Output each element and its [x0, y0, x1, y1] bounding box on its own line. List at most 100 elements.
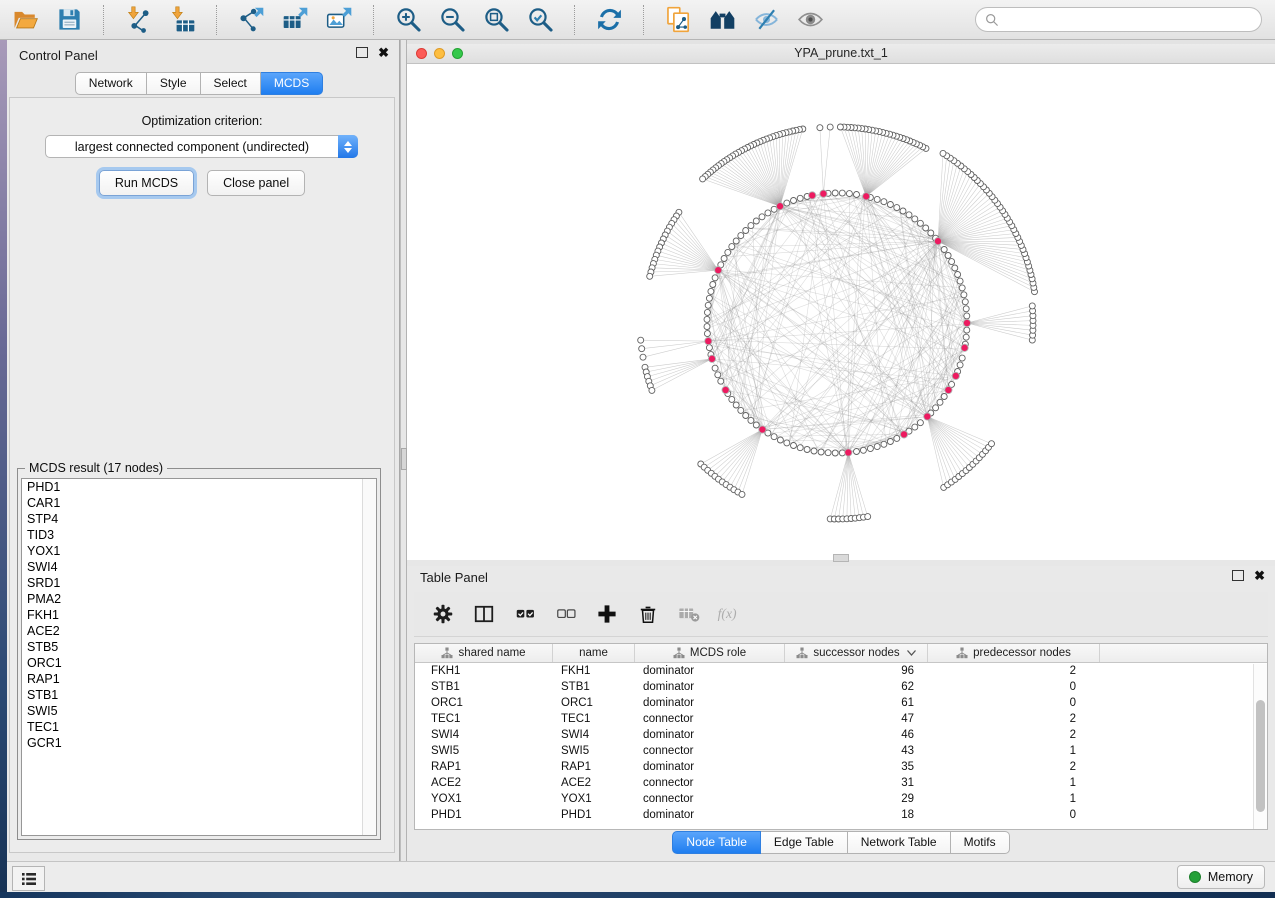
graph-node[interactable] — [700, 176, 706, 182]
graph-node[interactable] — [955, 272, 961, 278]
show-tasks-button[interactable] — [12, 866, 45, 891]
graph-hub-node[interactable] — [759, 426, 766, 433]
graph-node[interactable] — [733, 238, 739, 244]
graph-node[interactable] — [791, 198, 797, 204]
tab-node-table[interactable]: Node Table — [672, 831, 761, 854]
table-row[interactable]: SWI5SWI5connector431 — [415, 743, 1267, 759]
mcds-result-item[interactable]: PMA2 — [22, 591, 376, 607]
graph-node[interactable] — [705, 302, 711, 308]
graph-node[interactable] — [712, 365, 718, 371]
graph-node[interactable] — [638, 337, 644, 343]
graph-node[interactable] — [743, 228, 749, 234]
column-header-successor-nodes[interactable]: successor nodes — [785, 644, 928, 662]
graph-hub-node[interactable] — [845, 449, 852, 456]
graph-node[interactable] — [710, 282, 716, 288]
graph-node[interactable] — [887, 439, 893, 445]
mcds-result-item[interactable]: GCR1 — [22, 735, 376, 751]
graph-hub-node[interactable] — [708, 355, 715, 362]
graph-node[interactable] — [941, 394, 947, 400]
tab-mcds[interactable]: MCDS — [261, 72, 323, 95]
graph-hub-node[interactable] — [934, 238, 941, 245]
export-network-button[interactable] — [232, 4, 270, 36]
graph-node[interactable] — [827, 124, 833, 130]
graph-node[interactable] — [941, 247, 947, 253]
table-row[interactable]: ACE2ACE2connector311 — [415, 775, 1267, 791]
graph-node[interactable] — [748, 417, 754, 423]
zoom-selected-button[interactable] — [521, 4, 559, 36]
mcds-result-item[interactable]: ACE2 — [22, 623, 376, 639]
add-column-button[interactable] — [594, 601, 620, 627]
mcds-result-item[interactable]: STB1 — [22, 687, 376, 703]
graph-node[interactable] — [647, 273, 653, 279]
run-mcds-button[interactable]: Run MCDS — [99, 170, 194, 196]
graph-node[interactable] — [797, 195, 803, 201]
select-all-button[interactable] — [512, 601, 538, 627]
mcds-result-item[interactable]: YOX1 — [22, 543, 376, 559]
graph-node[interactable] — [784, 440, 790, 446]
delete-column-button[interactable] — [635, 601, 661, 627]
graph-hub-node[interactable] — [961, 344, 968, 351]
graph-hub-node[interactable] — [863, 193, 870, 200]
search-box[interactable] — [975, 7, 1262, 32]
graph-node[interactable] — [854, 192, 860, 198]
tab-network-table[interactable]: Network Table — [848, 831, 951, 854]
column-header-name[interactable]: name — [553, 644, 635, 662]
deselect-all-button[interactable] — [553, 601, 579, 627]
graph-node[interactable] — [818, 449, 824, 455]
graph-node[interactable] — [706, 345, 712, 351]
save-session-button[interactable] — [50, 4, 88, 36]
mcds-result-item[interactable]: ORC1 — [22, 655, 376, 671]
graph-node[interactable] — [832, 190, 838, 196]
table-scrollbar[interactable] — [1253, 664, 1267, 829]
graph-node[interactable] — [894, 205, 900, 211]
graph-node[interactable] — [715, 372, 721, 378]
open-file-button[interactable] — [6, 4, 44, 36]
graph-node[interactable] — [704, 324, 710, 330]
table-row[interactable]: ORC1ORC1dominator610 — [415, 695, 1267, 711]
graph-node[interactable] — [771, 434, 777, 440]
graph-node[interactable] — [765, 210, 771, 216]
graph-node[interactable] — [906, 212, 912, 218]
column-header-predecessor-nodes[interactable]: predecessor nodes — [928, 644, 1100, 662]
maximize-window-button[interactable] — [452, 48, 463, 59]
zoom-in-button[interactable] — [389, 4, 427, 36]
table-row[interactable]: RAP1RAP1dominator352 — [415, 759, 1267, 775]
graph-node[interactable] — [881, 441, 887, 447]
table-row[interactable]: SWI4SWI4dominator462 — [415, 727, 1267, 743]
graph-node[interactable] — [959, 285, 965, 291]
mcds-result-list[interactable]: PHD1CAR1STP4TID3YOX1SWI4SRD1PMA2FKH1ACE2… — [21, 478, 377, 836]
table-settings-button[interactable] — [430, 601, 456, 627]
memory-button[interactable]: Memory — [1177, 865, 1265, 889]
graph-node[interactable] — [832, 450, 838, 456]
graph-hub-node[interactable] — [809, 192, 816, 199]
minimize-window-button[interactable] — [434, 48, 445, 59]
binoculars-button[interactable] — [703, 4, 741, 36]
graph-node[interactable] — [933, 405, 939, 411]
import-network-button[interactable] — [119, 4, 157, 36]
tab-motifs[interactable]: Motifs — [951, 831, 1010, 854]
graph-node[interactable] — [952, 265, 958, 271]
graph-node[interactable] — [937, 399, 943, 405]
graph-node[interactable] — [860, 447, 866, 453]
graph-node[interactable] — [959, 355, 965, 361]
network-view[interactable] — [407, 64, 1275, 561]
graph-node[interactable] — [964, 327, 970, 333]
graph-node[interactable] — [881, 199, 887, 205]
graph-node[interactable] — [854, 449, 860, 455]
table-row[interactable]: YOX1YOX1connector291 — [415, 791, 1267, 807]
close-panel-button[interactable]: Close panel — [207, 170, 305, 196]
mcds-result-item[interactable]: FKH1 — [22, 607, 376, 623]
graph-node[interactable] — [961, 292, 967, 298]
graph-node[interactable] — [900, 208, 906, 214]
table-panel-float-button[interactable] — [1232, 570, 1244, 581]
graph-node[interactable] — [949, 259, 955, 265]
mcds-list-scrollbar[interactable] — [362, 479, 376, 835]
graph-node[interactable] — [748, 223, 754, 229]
zoom-out-button[interactable] — [433, 4, 471, 36]
graph-node[interactable] — [704, 309, 710, 315]
graph-node[interactable] — [940, 150, 946, 156]
graph-node[interactable] — [811, 448, 817, 454]
vertical-splitter[interactable] — [400, 40, 407, 861]
mcds-result-item[interactable]: PHD1 — [22, 479, 376, 495]
graph-hub-node[interactable] — [924, 413, 931, 420]
